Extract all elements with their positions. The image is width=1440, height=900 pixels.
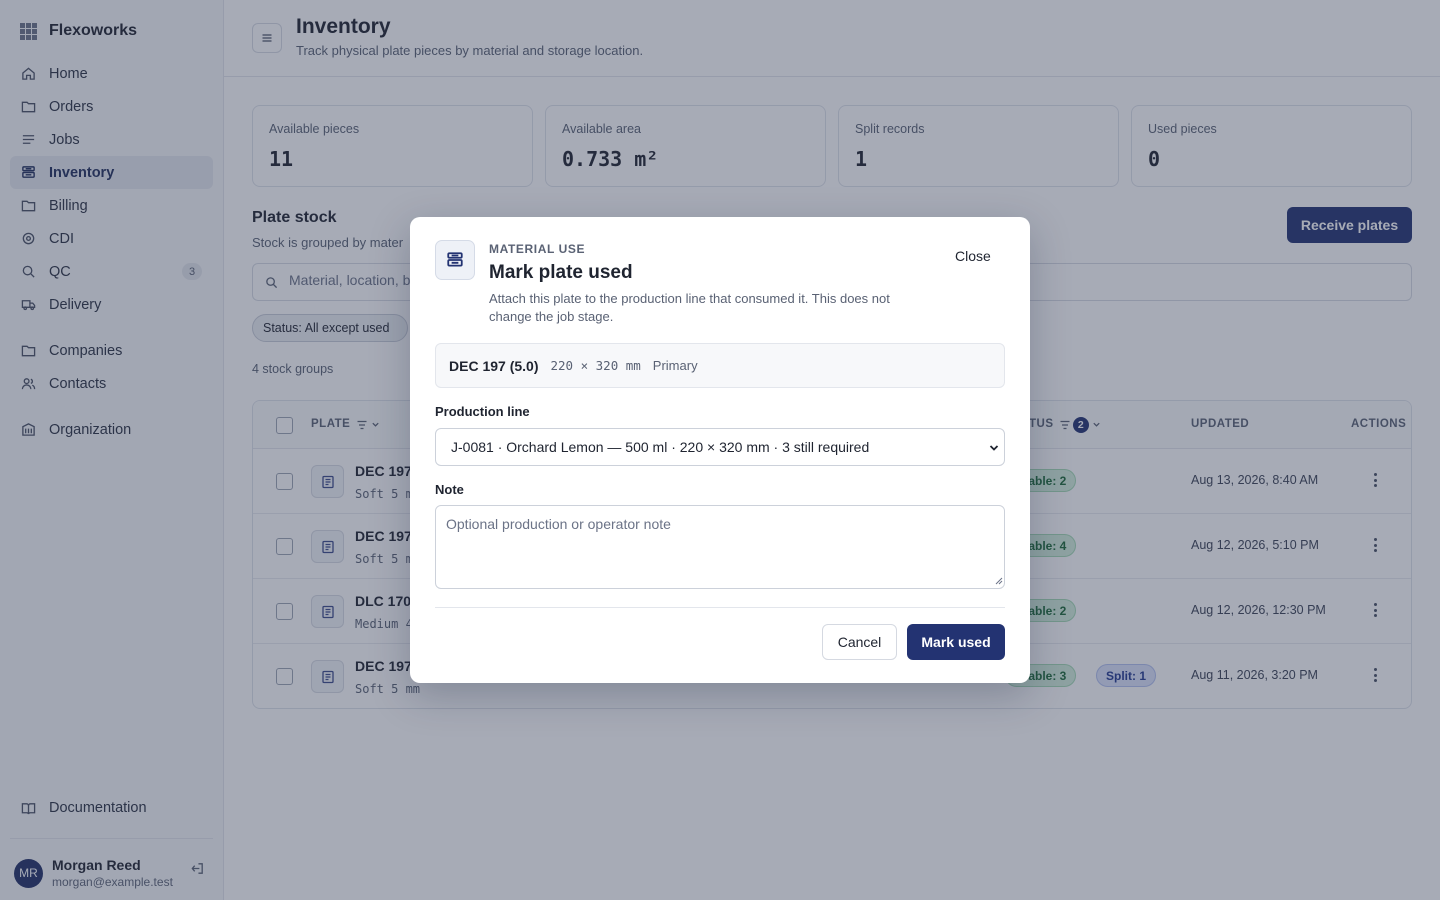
note-textarea[interactable] bbox=[435, 505, 1005, 589]
dialog-title: Mark plate used bbox=[489, 262, 633, 283]
resize-handle-icon[interactable] bbox=[995, 577, 1003, 585]
plate-kind: Primary bbox=[652, 358, 698, 373]
mark-used-button[interactable]: Mark used bbox=[907, 624, 1005, 660]
close-button[interactable]: Close bbox=[955, 248, 991, 264]
dialog-eyebrow: MATERIAL USE bbox=[489, 242, 586, 256]
production-line-select[interactable]: J-0081 · Orchard Lemon — 500 ml · 220 × … bbox=[435, 428, 1005, 466]
dialog-divider bbox=[435, 607, 1005, 608]
plate-name: DEC 197 (5.0) bbox=[449, 357, 539, 374]
chevron-down-icon bbox=[989, 445, 999, 451]
dialog-description: Attach this plate to the production line… bbox=[489, 291, 890, 324]
mark-plate-used-dialog: MATERIAL USE Mark plate used Attach this… bbox=[410, 217, 1030, 683]
note-label: Note bbox=[435, 482, 464, 497]
production-line-label: Production line bbox=[435, 404, 530, 419]
plate-dimensions: 220 × 320 mm bbox=[550, 358, 641, 373]
cancel-button[interactable]: Cancel bbox=[822, 624, 897, 660]
layers-icon bbox=[435, 240, 475, 280]
production-line-value: J-0081 · Orchard Lemon — 500 ml · 220 × … bbox=[451, 439, 870, 455]
selected-plate-summary: DEC 197 (5.0) 220 × 320 mm Primary bbox=[435, 343, 1005, 388]
